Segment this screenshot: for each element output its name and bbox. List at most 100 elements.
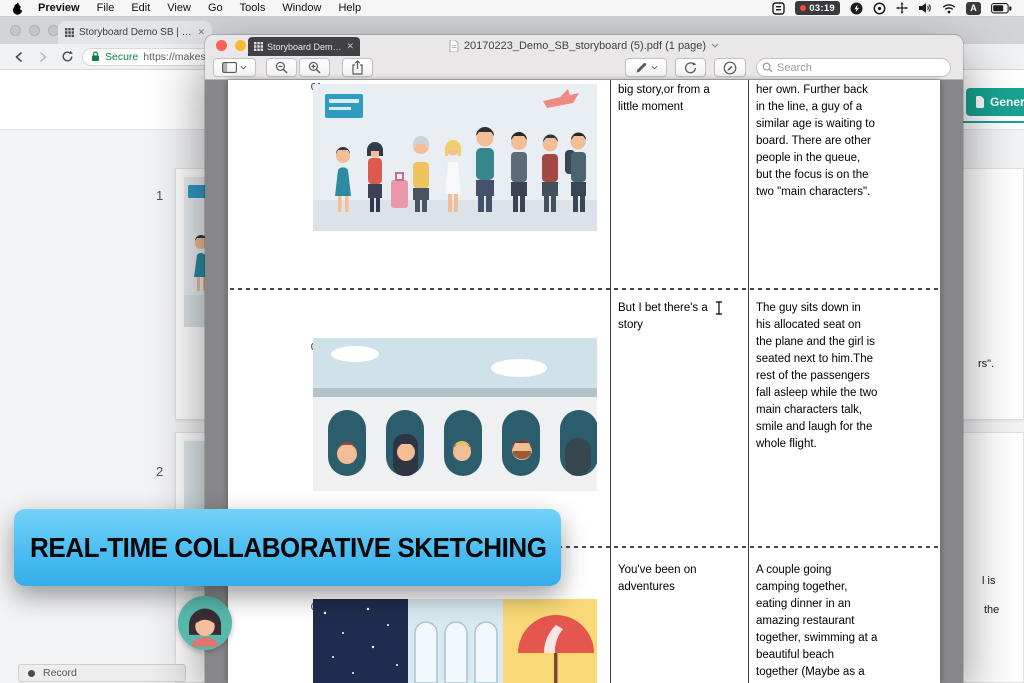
table-column-divider xyxy=(610,80,612,683)
record-label: Record xyxy=(43,667,77,679)
sidebar-icon xyxy=(222,62,237,73)
background-text-fragment-3: the xyxy=(984,604,1000,616)
tab-close-icon[interactable]: ✕ xyxy=(346,42,354,51)
chevron-down-icon xyxy=(651,65,658,70)
tab-title: Storyboard Demo SB | Mak... xyxy=(267,41,342,52)
markup-pen-button[interactable] xyxy=(625,58,667,77)
storyboard-favicon xyxy=(65,28,74,37)
window-title: 20170223_Demo_SB_storyboard (5).pdf (1 p… xyxy=(463,39,707,52)
search-icon xyxy=(762,62,773,73)
airplane-cabin-illustration xyxy=(313,338,597,491)
recording-timer-badge[interactable]: 03:19 xyxy=(795,1,840,15)
menu-bar: Preview File Edit View Go Tools Window H… xyxy=(0,0,1024,17)
menu-go[interactable]: Go xyxy=(208,2,223,14)
move-arrows-icon[interactable] xyxy=(896,2,908,14)
share-button[interactable] xyxy=(342,58,373,77)
search-field-wrap xyxy=(756,58,951,77)
tab-close-icon[interactable]: ✕ xyxy=(197,28,205,37)
back-button[interactable] xyxy=(10,48,28,66)
zoom-out-icon xyxy=(275,61,288,74)
passenger-5 xyxy=(565,438,591,476)
menu-tools[interactable]: Tools xyxy=(240,2,266,14)
storyboard-frame-02-image xyxy=(313,338,597,491)
close-window-button[interactable] xyxy=(10,25,21,36)
airport-queue-illustration xyxy=(313,84,597,231)
avatar-bubble xyxy=(178,596,232,650)
markup-circle-icon xyxy=(723,61,737,74)
pdf-proxy-icon[interactable] xyxy=(449,39,459,52)
browser-window-controls xyxy=(10,25,59,36)
app-box-icon[interactable] xyxy=(772,1,785,15)
generate-button-label: Genera xyxy=(990,95,1024,109)
wifi-icon[interactable] xyxy=(942,3,956,14)
storyboard-frame-03-image xyxy=(313,599,597,683)
background-text-fragment-2: l is xyxy=(982,575,996,587)
teal-divider xyxy=(963,121,1024,123)
apple-menu-icon[interactable] xyxy=(12,2,23,15)
script-text-01: big story,or from a little moment xyxy=(618,84,710,113)
input-source-icon[interactable]: A xyxy=(966,1,981,15)
battery-icon[interactable] xyxy=(991,2,1012,14)
recording-dot-icon xyxy=(800,5,807,11)
menu-app-name[interactable]: Preview xyxy=(38,2,80,14)
pen-icon xyxy=(636,62,647,73)
table-row-divider xyxy=(230,288,938,290)
adventures-montage-illustration xyxy=(313,599,597,683)
caption-text: REAL-TIME COLLABORATIVE SKETCHING xyxy=(30,531,547,563)
close-button[interactable] xyxy=(216,40,227,51)
restaurant-arches xyxy=(414,621,498,683)
window-title-group: 20170223_Demo_SB_storyboard (5).pdf (1 p… xyxy=(449,39,719,52)
forward-button[interactable] xyxy=(34,48,52,66)
description-text-03: A couple going camping together, eating … xyxy=(756,564,878,678)
passenger-3 xyxy=(453,441,471,461)
chevron-down-icon xyxy=(240,65,247,70)
menu-window[interactable]: Window xyxy=(282,2,321,14)
script-text-02: But I bet there's a story xyxy=(618,302,708,331)
passenger-2 xyxy=(393,434,418,476)
title-chevron-down-icon[interactable] xyxy=(711,43,719,48)
text-cursor xyxy=(715,301,723,320)
zoom-out-button[interactable] xyxy=(266,58,297,77)
frame-2-number: 2 xyxy=(156,464,164,479)
table-column-divider xyxy=(748,80,750,683)
rotate-button[interactable] xyxy=(675,58,706,77)
browser-tab-1[interactable]: Storyboard Demo SB | Make Sto ✕ xyxy=(58,21,212,44)
secure-label: Secure xyxy=(105,50,139,63)
minimize-button[interactable] xyxy=(235,40,246,51)
script-text-03: You've been on adventures xyxy=(618,564,697,593)
description-text-02: The guy sits down in his allocated seat … xyxy=(756,302,878,450)
document-icon xyxy=(976,96,984,108)
zoom-controls xyxy=(266,58,330,77)
passenger-4 xyxy=(512,440,532,460)
menu-help[interactable]: Help xyxy=(338,2,361,14)
background-text-fragment-1: rs". xyxy=(978,358,995,370)
share-icon xyxy=(352,60,363,75)
record-bar[interactable]: Record xyxy=(18,664,186,682)
menu-file[interactable]: File xyxy=(97,2,115,14)
markup-toolbar-button[interactable] xyxy=(714,58,746,77)
menu-bar-status-area: 03:19 A xyxy=(772,1,1012,15)
caption-banner: REAL-TIME COLLABORATIVE SKETCHING xyxy=(14,509,561,586)
volume-icon[interactable] xyxy=(918,2,932,14)
search-input[interactable] xyxy=(756,58,951,77)
preview-content-area[interactable]: 01 xyxy=(205,80,963,683)
menu-edit[interactable]: Edit xyxy=(131,2,150,14)
ring-icon[interactable] xyxy=(873,2,886,15)
bolt-circle-icon[interactable] xyxy=(850,2,863,15)
zoom-in-button[interactable] xyxy=(299,58,330,77)
screen: Preview File Edit View Go Tools Window H… xyxy=(0,0,1024,683)
url-text: https://makes xyxy=(143,50,206,63)
refresh-button[interactable] xyxy=(58,48,76,66)
woman-avatar-illustration xyxy=(178,596,232,650)
description-text-01: her own. Further back in the line, a guy… xyxy=(756,84,875,198)
menu-view[interactable]: View xyxy=(167,2,191,14)
tab-title: Storyboard Demo SB | Make Sto xyxy=(79,27,192,38)
browser-tab-2-dark[interactable]: Storyboard Demo SB | Mak... ✕ xyxy=(248,37,360,56)
rotate-icon xyxy=(685,62,697,74)
recording-time: 03:19 xyxy=(809,2,835,14)
generate-button[interactable]: Genera xyxy=(966,88,1024,116)
minimize-window-button[interactable] xyxy=(29,25,40,36)
view-menu-button[interactable] xyxy=(213,58,256,77)
frame-1-number: 1 xyxy=(156,188,164,203)
zoom-in-icon xyxy=(308,61,321,74)
